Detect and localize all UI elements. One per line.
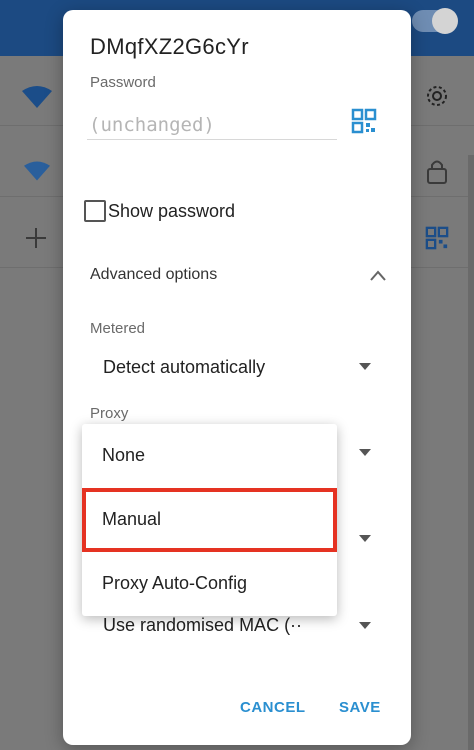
menu-item-proxy-auto-config[interactable]: Proxy Auto-Config [82,552,337,616]
menu-item-label: None [102,445,146,465]
menu-item-none[interactable]: None [82,424,337,488]
qr-code-icon[interactable] [425,226,449,250]
qr-code-icon[interactable] [351,108,377,134]
cancel-button[interactable]: CANCEL [240,699,306,716]
wifi-icon [22,86,52,108]
save-button[interactable]: SAVE [339,699,381,716]
wifi-toggle[interactable] [412,8,458,34]
privacy-dropdown-arrow-icon[interactable] [359,622,371,629]
advanced-options-label[interactable]: Advanced options [90,266,217,284]
gear-icon[interactable] [425,84,449,108]
add-icon [26,228,46,248]
proxy-label: Proxy [90,405,129,422]
privacy-select[interactable]: Use randomised MAC (·· [103,615,302,636]
wifi-network-dialog: DMqfXZ2G6cYr Password Show password Adva… [63,10,411,745]
metered-label: Metered [90,320,146,337]
lock-icon [427,160,447,184]
show-password-checkbox[interactable] [84,200,106,222]
password-label: Password [90,74,156,91]
chevron-up-icon[interactable] [369,268,387,282]
metered-select[interactable]: Detect automatically [103,357,265,378]
menu-item-label: Manual [102,509,162,529]
scrollbar[interactable] [468,155,474,750]
password-input[interactable] [87,110,337,140]
toggle-knob [432,8,458,34]
show-password-label[interactable]: Show password [108,201,235,222]
metered-dropdown-arrow-icon[interactable] [359,363,371,370]
proxy-dropdown-arrow-icon[interactable] [359,449,371,456]
network-ssid-title: DMqfXZ2G6cYr [90,34,249,59]
menu-item-manual[interactable]: Manual [82,488,337,552]
wifi-icon [24,161,50,181]
proxy-dropdown-menu: None Manual Proxy Auto-Config [82,424,337,616]
ip-settings-dropdown-arrow-icon[interactable] [359,535,371,542]
menu-item-label: Proxy Auto-Config [102,573,248,593]
